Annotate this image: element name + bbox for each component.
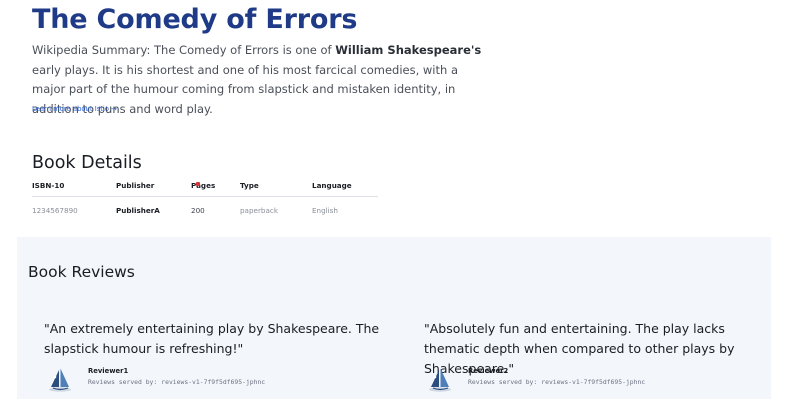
- table-header-row: ISBN-10 Publisher Pages Type Language: [32, 178, 378, 197]
- type-value: paperback: [240, 206, 278, 215]
- book-details-table: ISBN-10 Publisher Pages Type Language 12…: [32, 178, 378, 219]
- book-reviews-section: Book Reviews "An extremely entertaining …: [17, 237, 771, 399]
- book-details-heading: Book Details: [32, 153, 142, 173]
- review-card: "An extremely entertaining play by Shake…: [44, 319, 394, 392]
- served-by-pod: reviews-v1-7f9f5df695-jphnc: [161, 378, 266, 386]
- reviewer-info: Reviewer2 Reviews served by: reviews-v1-7…: [427, 367, 757, 393]
- review-card: "Absolutely fun and entertaining. The pl…: [424, 319, 774, 392]
- mouse-cursor-marker: [196, 182, 200, 186]
- column-header-publisher: Publisher: [116, 178, 191, 197]
- served-by-line: Reviews served by: reviews-v1-7f9f5df695-…: [468, 378, 645, 386]
- book-reviews-heading: Book Reviews: [28, 263, 135, 281]
- reviewer-info: Reviewer1 Reviews served by: reviews-v1-7…: [47, 367, 377, 393]
- sailboat-avatar-icon: [49, 368, 71, 392]
- served-by-label: Reviews served by:: [88, 378, 158, 386]
- review-text: "An extremely entertaining play by Shake…: [44, 321, 380, 356]
- served-by-label: Reviews served by:: [468, 378, 538, 386]
- publisher-value: PublisherA: [116, 206, 160, 215]
- reviewer-name: Reviewer2: [468, 367, 509, 375]
- learn-more-link[interactable]: Learn more about Istio →: [32, 105, 117, 113]
- reviewer-name: Reviewer1: [88, 367, 129, 375]
- column-header-isbn: ISBN-10: [32, 178, 116, 197]
- summary-prefix: Wikipedia Summary: The Comedy of Errors …: [32, 43, 336, 57]
- served-by-line: Reviews served by: reviews-v1-7f9f5df695-…: [88, 378, 265, 386]
- table-row: 1234567890 PublisherA 200 paperback Engl…: [32, 197, 378, 220]
- language-value: English: [312, 206, 338, 215]
- sailboat-avatar-icon: [429, 368, 451, 392]
- column-header-pages: Pages: [191, 178, 240, 197]
- column-header-type: Type: [240, 178, 312, 197]
- isbn-value: 1234567890: [32, 206, 78, 215]
- column-header-language: Language: [312, 178, 378, 197]
- pages-value: 200: [191, 206, 205, 215]
- summary-author: William Shakespeare's: [335, 43, 482, 57]
- product-page: The Comedy of Errors Wikipedia Summary: …: [0, 0, 792, 419]
- served-by-pod: reviews-v1-7f9f5df695-jphnc: [541, 378, 646, 386]
- book-title: The Comedy of Errors: [32, 4, 358, 35]
